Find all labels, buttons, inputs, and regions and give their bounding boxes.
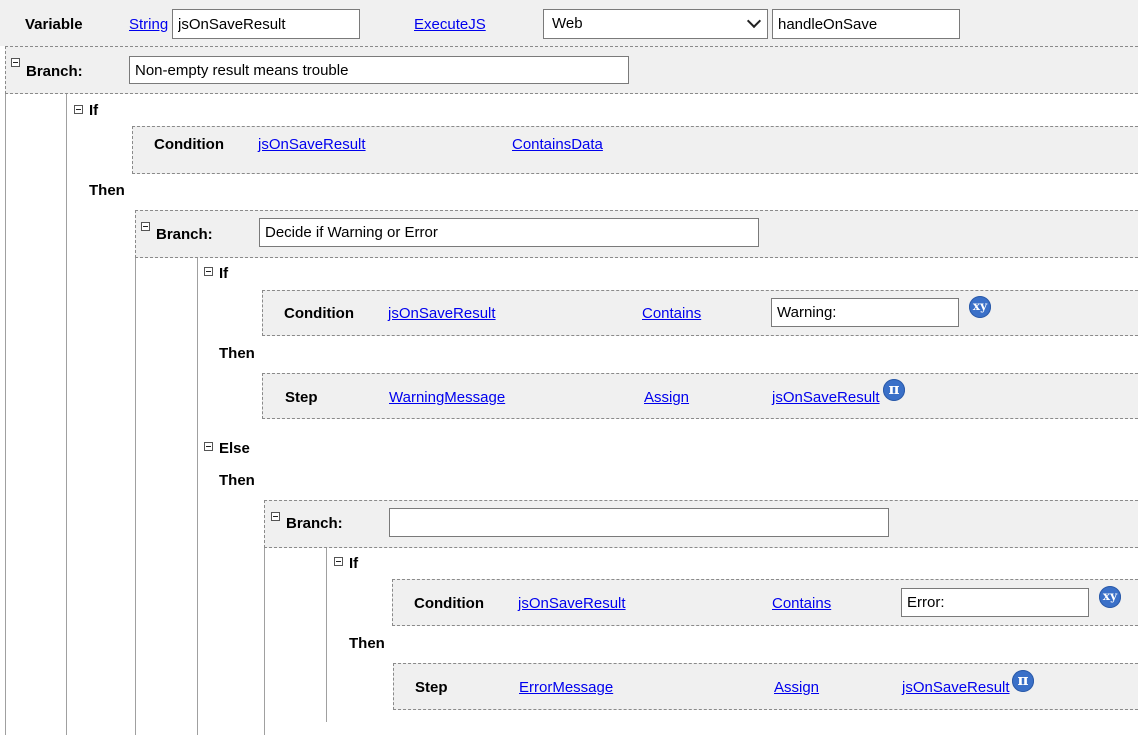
branch2-condition-label: Condition [284, 305, 354, 322]
branch1-then-label: Then [89, 182, 125, 199]
branch3-description-input[interactable] [389, 508, 889, 537]
branch3-step-action-link[interactable]: Assign [774, 679, 819, 697]
target-select[interactable]: Web [543, 9, 768, 39]
branch2-if-collapse-icon[interactable] [204, 267, 213, 276]
branch3-tree-line [264, 548, 265, 735]
branch1-tree-line [5, 94, 6, 735]
branch3-then-label: Then [349, 635, 385, 652]
branch1-description-input[interactable] [129, 56, 629, 84]
branch3-step-label: Step [415, 679, 448, 696]
variable-label: Variable [25, 16, 83, 33]
variable-type-link[interactable]: String [129, 16, 168, 34]
branch1-condition-label: Condition [154, 136, 224, 153]
formula-icon[interactable]: π [883, 379, 905, 401]
branch1-collapse-icon[interactable] [11, 58, 20, 67]
branch2-description-input[interactable] [259, 218, 759, 247]
branch3-if-collapse-icon[interactable] [334, 557, 343, 566]
branch2-collapse-icon[interactable] [141, 222, 150, 231]
branch3-if-label: If [349, 555, 359, 572]
branch1-if-label: If [89, 102, 99, 119]
branch2-condition-variable-link[interactable]: jsOnSaveResult [388, 305, 496, 323]
branch3-collapse-icon[interactable] [271, 512, 280, 521]
branch1-label: Branch: [26, 63, 83, 80]
target-select-value: Web [552, 15, 583, 32]
branch2-step-action-link[interactable]: Assign [644, 389, 689, 407]
branch2-if-tree-line [197, 258, 198, 735]
branch2-then-label: Then [219, 345, 255, 362]
branch2-condition-value-input[interactable] [771, 298, 959, 327]
variable-picker-icon[interactable]: xy [1099, 586, 1121, 608]
branch1-if-collapse-icon[interactable] [74, 105, 83, 114]
branch2-if-label: If [219, 265, 229, 282]
variable-action-link[interactable]: ExecuteJS [414, 16, 486, 34]
branch3-condition-operator-link[interactable]: Contains [772, 595, 831, 613]
branch2-step-value-link[interactable]: jsOnSaveResult [772, 389, 880, 407]
formula-icon[interactable]: π [1012, 670, 1034, 692]
branch2-step-label: Step [285, 389, 318, 406]
branch3-condition-variable-link[interactable]: jsOnSaveResult [518, 595, 626, 613]
branch3-condition-label: Condition [414, 595, 484, 612]
branch1-condition-variable-link[interactable]: jsOnSaveResult [258, 136, 366, 154]
branch2-step-target-link[interactable]: WarningMessage [389, 389, 505, 407]
branch2-condition-operator-link[interactable]: Contains [642, 305, 701, 323]
branch3-step-value-link[interactable]: jsOnSaveResult [902, 679, 1010, 697]
branch3-label: Branch: [286, 515, 343, 532]
branch3-if-tree-line [326, 548, 327, 722]
variable-name-input[interactable] [172, 9, 360, 39]
branch2-else-collapse-icon[interactable] [204, 442, 213, 451]
branch3-step-target-link[interactable]: ErrorMessage [519, 679, 613, 697]
branch2-else-then-label: Then [219, 472, 255, 489]
branch1-condition-operator-link[interactable]: ContainsData [512, 136, 603, 154]
chevron-down-icon [746, 13, 762, 29]
function-name-input[interactable] [772, 9, 960, 39]
branch2-label: Branch: [156, 226, 213, 243]
branch2-tree-line [135, 258, 136, 735]
branch3-condition-value-input[interactable] [901, 588, 1089, 617]
branch2-else-label: Else [219, 440, 250, 457]
variable-picker-icon[interactable]: xy [969, 296, 991, 318]
branch1-if-tree-line [66, 94, 67, 735]
